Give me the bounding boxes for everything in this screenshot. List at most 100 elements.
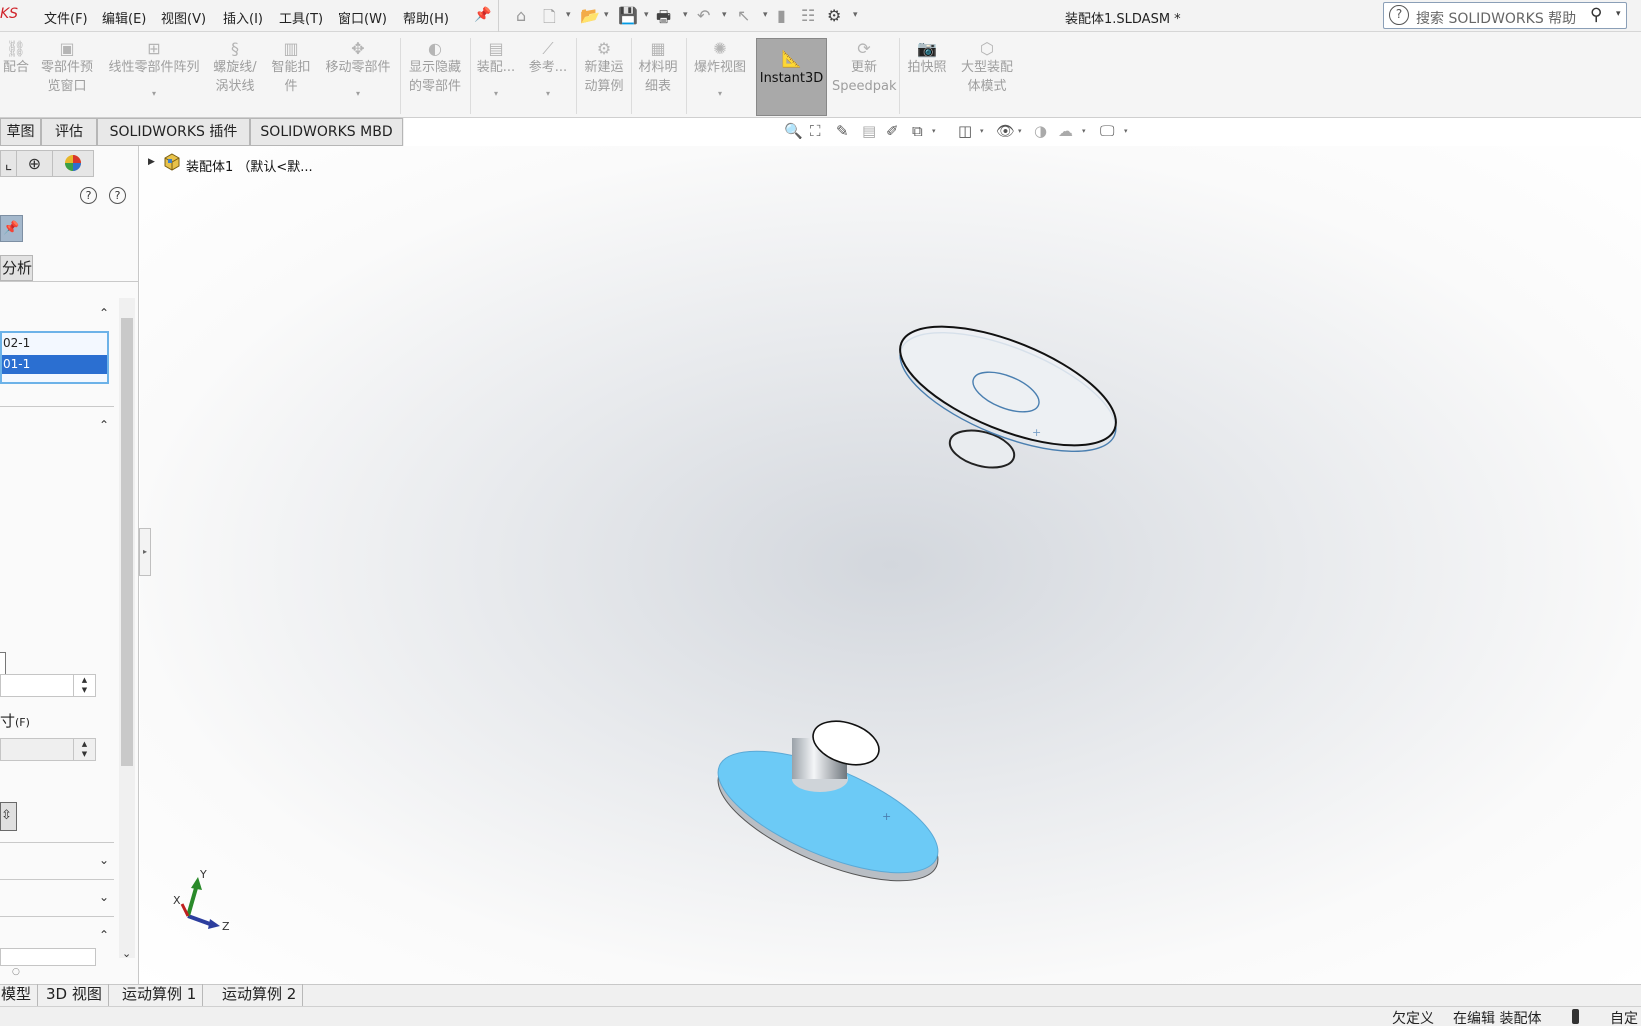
linear-pattern-button[interactable]: ⊞ 线性零部件阵列 ▾ <box>104 36 204 99</box>
tab-solidworks-mbd[interactable]: SOLIDWORKS MBD <box>250 118 403 146</box>
rebuild-icon[interactable]: ▮ <box>777 6 786 25</box>
helix-button[interactable]: § 螺旋线/ 涡状线 <box>210 36 260 96</box>
save-icon[interactable]: 💾 <box>618 6 638 25</box>
status-custom-units[interactable]: 自定 <box>1610 1008 1638 1026</box>
section-view-icon[interactable]: ▤ <box>862 122 876 140</box>
list-item[interactable]: 02-1 <box>2 334 107 353</box>
graphics-area[interactable]: + + <box>140 146 1641 984</box>
tab-evaluate[interactable]: 评估 <box>41 118 97 146</box>
component-preview-button[interactable]: ▣ 零部件预 览窗口 <box>38 36 96 96</box>
new-motion-study-button[interactable]: ⚙ 新建运 动算例 <box>578 36 630 96</box>
scroll-down-chevron-icon[interactable]: ⌄ <box>122 947 131 960</box>
collapse-chevron-up-icon[interactable]: ⌃ <box>99 418 109 432</box>
zoom-to-area-icon[interactable]: ⛶ <box>810 122 821 140</box>
expand-chevron-down-icon[interactable]: ⌄ <box>99 853 109 867</box>
panel-splitter-handle[interactable]: ▸ <box>139 528 151 576</box>
pin-menu-icon[interactable]: 📌 <box>474 7 491 23</box>
reference-geometry-button[interactable]: ⟋ 参考... ▾ <box>524 36 572 99</box>
open-folder-icon[interactable]: 📂 <box>580 6 600 25</box>
expand-chevron-down-icon[interactable]: ⌄ <box>99 890 109 904</box>
view-settings-monitor-icon[interactable]: 🖵 <box>1100 122 1114 140</box>
select-arrow-icon[interactable]: ↖ <box>737 6 750 25</box>
chevron-down-icon[interactable]: ▾ <box>980 127 984 135</box>
spinner-arrows-icon[interactable]: ▲ ▼ <box>73 739 95 760</box>
menu-window[interactable]: 窗口(W) <box>338 8 387 27</box>
open-dropdown-icon[interactable]: ▾ <box>604 10 609 20</box>
new-document-icon[interactable]: 🗋 <box>543 6 556 33</box>
analysis-tab[interactable]: 分析 <box>0 255 33 281</box>
chevron-down-icon[interactable]: ▾ <box>1124 127 1128 135</box>
search-dropdown-icon[interactable]: ▾ <box>1616 9 1621 19</box>
menu-edit[interactable]: 编辑(E) <box>102 8 146 27</box>
undo-icon[interactable]: ↶ <box>697 6 710 25</box>
reverse-direction-icon[interactable]: ⇳ <box>0 802 17 831</box>
apply-scene-icon[interactable]: ☁ <box>1058 122 1073 140</box>
print-dropdown-icon[interactable]: ▾ <box>683 10 688 20</box>
chevron-down-icon[interactable]: ▾ <box>104 89 204 99</box>
move-component-button[interactable]: ✥ 移动零部件 ▾ <box>320 36 396 99</box>
view-orientation-icon[interactable]: ⧉ <box>912 122 923 140</box>
menu-help[interactable]: 帮助(H) <box>403 8 449 27</box>
exploded-view-button[interactable]: ✺ 爆炸视图 ▾ <box>688 36 752 99</box>
menu-insert[interactable]: 插入(I) <box>223 8 263 27</box>
assembly-features-button[interactable]: ▤ 装配... ▾ <box>472 36 520 99</box>
options-dropdown-icon[interactable]: ▾ <box>853 10 858 20</box>
collapse-chevron-up-icon[interactable]: ⌃ <box>99 928 109 942</box>
tab-3d-views[interactable]: 3D 视图 <box>40 984 109 1006</box>
print-icon[interactable]: 🖶 <box>656 6 671 33</box>
home-icon[interactable]: ⌂ <box>516 6 526 25</box>
chevron-down-icon[interactable]: ▾ <box>1082 127 1086 135</box>
tree-expand-arrow-icon[interactable]: ▶ <box>148 157 155 167</box>
new-dropdown-icon[interactable]: ▾ <box>566 10 571 20</box>
numeric-input[interactable]: ▲ ▼ <box>0 674 96 697</box>
collapse-chevron-up-icon[interactable]: ⌃ <box>99 306 109 320</box>
tab-motion-study-2[interactable]: 运动算例 2 <box>216 984 304 1006</box>
scrollbar-thumb[interactable] <box>121 318 133 766</box>
dimension-input[interactable]: ▲ ▼ <box>0 738 96 761</box>
tab-sketch[interactable]: 草图 <box>0 118 41 146</box>
chevron-down-icon[interactable]: ▾ <box>524 89 572 99</box>
whats-new-help-icon[interactable]: ? <box>80 187 97 204</box>
menu-view[interactable]: 视图(V) <box>161 8 206 27</box>
tab-solidworks-addins[interactable]: SOLIDWORKS 插件 <box>97 118 250 146</box>
undo-dropdown-icon[interactable]: ▾ <box>722 10 727 20</box>
search-placeholder[interactable]: 搜索 SOLIDWORKS 帮助 <box>1416 8 1576 28</box>
select-dropdown-icon[interactable]: ▾ <box>763 10 768 20</box>
large-assembly-mode-button[interactable]: ⬡ 大型装配 体模式 <box>956 36 1018 96</box>
appearance-tab-color-wheel-icon[interactable] <box>53 151 93 176</box>
components-selection-list[interactable]: 02-1 01-1 <box>0 331 109 384</box>
update-speedpak-button[interactable]: ⟳ 更新 Speedpak <box>832 36 897 96</box>
rebuild-traffic-light-icon[interactable] <box>1572 1009 1579 1024</box>
chevron-down-icon[interactable]: ▾ <box>688 89 752 99</box>
transparent-disk-part[interactable]: + <box>885 302 1131 476</box>
model-view[interactable]: + + <box>140 146 1641 984</box>
bill-of-materials-button[interactable]: ▦ 材料明 细表 <box>633 36 683 96</box>
blue-disk-part[interactable]: + <box>703 713 954 905</box>
edit-appearance-icon[interactable]: ◑ <box>1034 122 1047 140</box>
tab-motion-study-1[interactable]: 运动算例 1 <box>116 984 204 1006</box>
search-icon[interactable]: ⚲ <box>1590 5 1602 25</box>
snapshot-button[interactable]: 📷 拍快照 <box>902 36 952 77</box>
show-hidden-components-button[interactable]: ◐ 显示隐藏 的零部件 <box>404 36 466 96</box>
chevron-down-icon[interactable]: ▾ <box>320 89 396 99</box>
menu-file[interactable]: 文件(F) <box>44 8 88 27</box>
chevron-down-icon[interactable]: ▾ <box>1018 127 1022 135</box>
tab-model[interactable]: 模型 <box>0 984 38 1006</box>
solidworks-logo[interactable]: KS <box>0 6 18 22</box>
feature-manager-tab[interactable]: ⌞ <box>1 151 17 176</box>
display-style-cube-icon[interactable]: ◫ <box>958 122 972 140</box>
spinner-arrows-icon[interactable]: ▲ ▼ <box>73 675 95 696</box>
keep-visible-pin-icon[interactable]: 📌 <box>0 215 23 242</box>
chevron-down-icon[interactable]: ▾ <box>932 127 936 135</box>
instant3d-button[interactable]: 📐 Instant3D <box>756 38 827 116</box>
dimxpert-tab-crosshair-icon[interactable]: ⊕ <box>17 151 53 176</box>
resize-grip-icon[interactable]: ○ <box>12 967 20 977</box>
help-icon[interactable]: ? <box>109 187 126 204</box>
text-input[interactable] <box>0 948 96 966</box>
dynamic-annotation-icon[interactable]: ✐ <box>886 122 899 140</box>
list-item-selected[interactable]: 01-1 <box>2 355 107 374</box>
file-properties-icon[interactable]: ☷ <box>801 6 815 25</box>
hide-show-items-eye-icon[interactable]: 👁 <box>996 122 1015 140</box>
partial-input-box[interactable] <box>0 652 6 676</box>
save-dropdown-icon[interactable]: ▾ <box>644 10 649 20</box>
